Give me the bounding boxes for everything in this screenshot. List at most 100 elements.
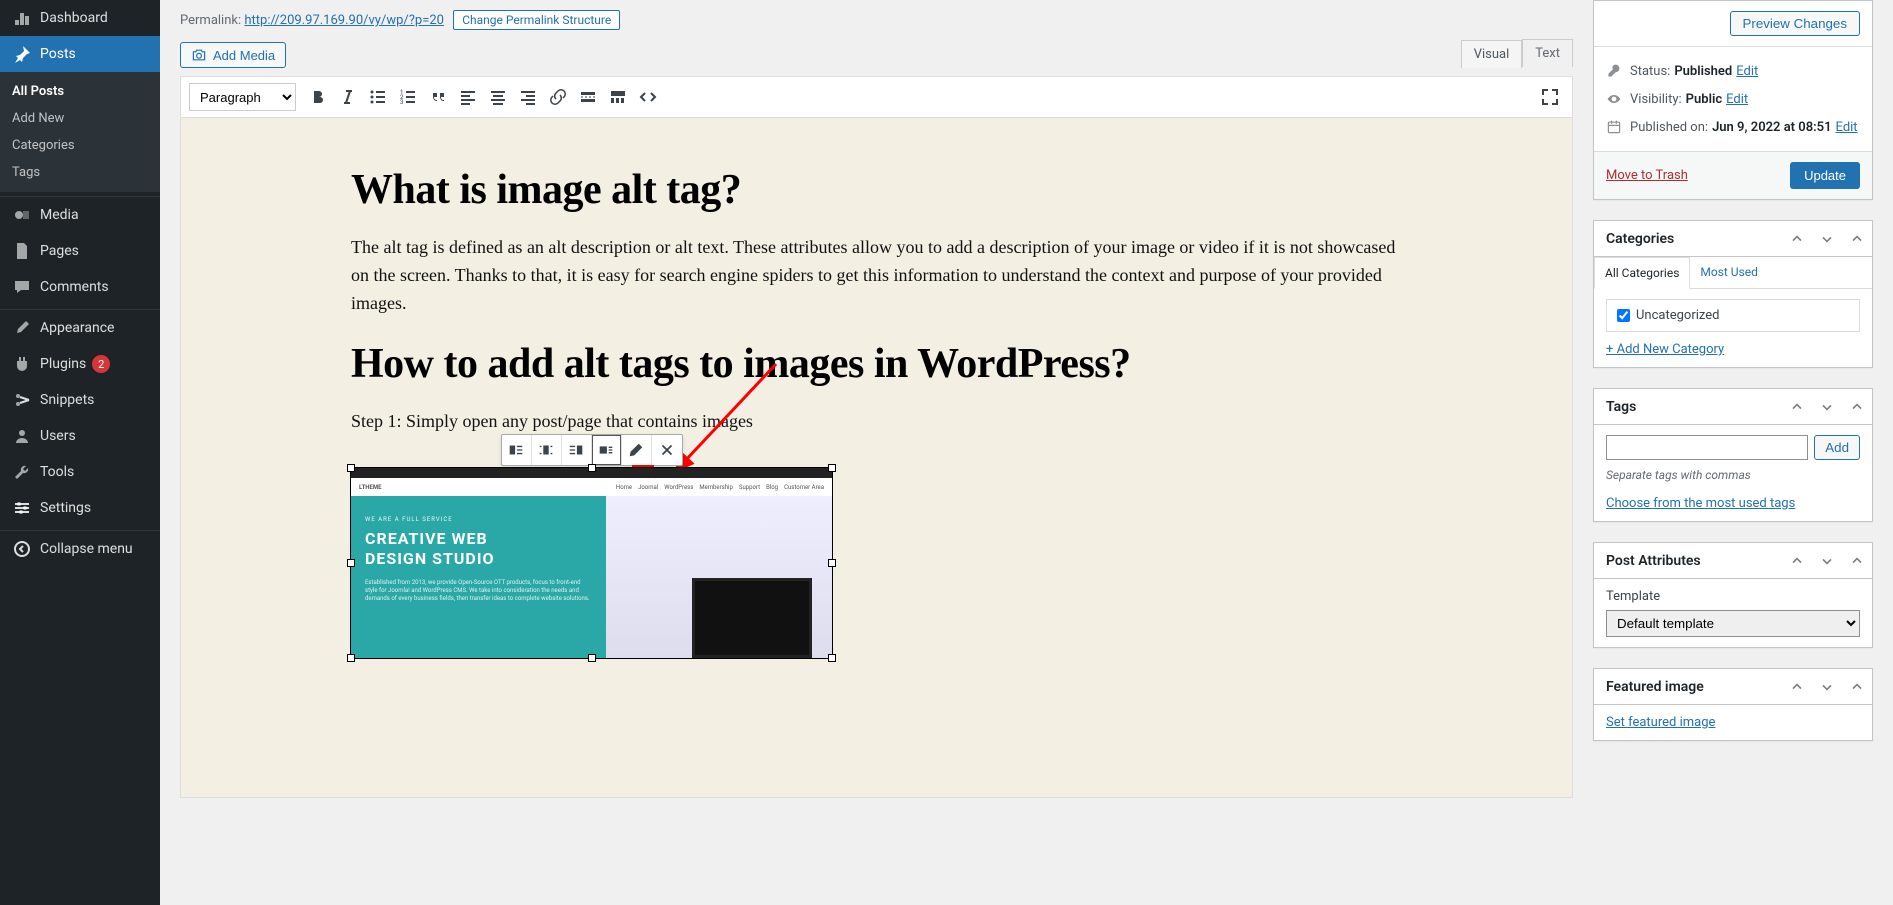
update-button[interactable]: Update [1790, 162, 1860, 189]
menu-label: Settings [40, 500, 91, 516]
sliders-icon [12, 498, 32, 518]
menu-tools[interactable]: Tools [0, 454, 160, 490]
menu-collapse[interactable]: Collapse menu [0, 531, 160, 567]
permalink-url[interactable]: http://209.97.169.90/vy/wp/?p=20 [244, 13, 444, 28]
submenu-all-posts[interactable]: All Posts [0, 78, 160, 105]
media-icon [12, 205, 32, 225]
content-image[interactable]: LTHEME HomeJoomalWordPressMembershipSupp… [351, 468, 832, 658]
img-remove-button[interactable] [652, 435, 682, 465]
categories-box: Categories All Categories Most Used Unca… [1593, 220, 1873, 368]
dashboard-icon [12, 8, 32, 28]
menu-snippets[interactable]: Snippets [0, 382, 160, 418]
calendar-icon [1606, 119, 1622, 135]
toolbar-toggle-button[interactable] [604, 83, 632, 111]
align-right-button[interactable] [514, 83, 542, 111]
box-toggle-button[interactable] [1842, 543, 1872, 579]
permalink-label: Permalink: [180, 13, 241, 28]
box-move-up-button[interactable] [1782, 389, 1812, 425]
user-icon [12, 426, 32, 446]
menu-label: Tools [40, 464, 74, 480]
img-brand: LTHEME [359, 484, 382, 491]
box-move-up-button[interactable] [1782, 543, 1812, 579]
cat-tab-most-used[interactable]: Most Used [1690, 257, 1768, 288]
menu-settings[interactable]: Settings [0, 490, 160, 526]
tab-text[interactable]: Text [1522, 39, 1573, 67]
content-heading-1[interactable]: What is image alt tag? [351, 166, 1402, 214]
menu-comments[interactable]: Comments [0, 269, 160, 305]
blockquote-button[interactable] [424, 83, 452, 111]
svg-text:3: 3 [400, 99, 403, 106]
published-edit-link[interactable]: Edit [1836, 120, 1858, 135]
menu-dashboard[interactable]: Dashboard [0, 0, 160, 36]
menu-label: Collapse menu [40, 541, 133, 557]
img-align-right-button[interactable] [562, 435, 592, 465]
template-select[interactable]: Default template [1606, 610, 1860, 637]
align-left-button[interactable] [454, 83, 482, 111]
submenu-add-new[interactable]: Add New [0, 105, 160, 132]
add-media-label: Add Media [213, 48, 275, 63]
visibility-edit-link[interactable]: Edit [1726, 92, 1748, 107]
preview-changes-button[interactable]: Preview Changes [1730, 11, 1860, 36]
add-media-button[interactable]: Add Media [180, 42, 286, 68]
menu-posts[interactable]: Posts [0, 36, 160, 72]
align-center-button[interactable] [484, 83, 512, 111]
box-toggle-button[interactable] [1842, 221, 1872, 257]
published-row: Published on: Jun 9, 2022 at 08:51 Edit [1606, 113, 1860, 141]
box-move-down-button[interactable] [1812, 543, 1842, 579]
box-move-down-button[interactable] [1812, 389, 1842, 425]
content-paragraph-2[interactable]: Step 1: Simply open any post/page that c… [351, 408, 1402, 436]
menu-appearance[interactable]: Appearance [0, 310, 160, 346]
format-select[interactable]: Paragraph [189, 83, 296, 111]
readmore-button[interactable] [574, 83, 602, 111]
set-featured-image-link[interactable]: Set featured image [1606, 715, 1715, 730]
move-to-trash-link[interactable]: Move to Trash [1606, 168, 1688, 183]
box-move-down-button[interactable] [1812, 669, 1842, 705]
add-category-link[interactable]: + Add New Category [1606, 342, 1724, 357]
plugins-badge: 2 [92, 355, 110, 373]
category-checkbox[interactable] [1617, 309, 1630, 322]
menu-label: Posts [40, 46, 76, 62]
cat-tab-all[interactable]: All Categories [1594, 257, 1690, 289]
menu-users[interactable]: Users [0, 418, 160, 454]
box-toggle-button[interactable] [1842, 669, 1872, 705]
menu-label: Users [40, 428, 76, 444]
editor-tabs: Visual Text [1461, 39, 1573, 67]
content-paragraph-1[interactable]: The alt tag is defined as an alt descrip… [351, 234, 1402, 318]
img-edit-button[interactable] [622, 435, 652, 465]
status-edit-link[interactable]: Edit [1736, 64, 1758, 79]
choose-tags-link[interactable]: Choose from the most used tags [1606, 496, 1795, 511]
box-toggle-button[interactable] [1842, 389, 1872, 425]
italic-button[interactable] [334, 83, 362, 111]
editor-canvas[interactable]: What is image alt tag? The alt tag is de… [180, 118, 1573, 798]
plug-icon [12, 354, 32, 374]
box-move-down-button[interactable] [1812, 221, 1842, 257]
numbered-list-button[interactable]: 123 [394, 83, 422, 111]
submenu-categories[interactable]: Categories [0, 132, 160, 159]
menu-label: Snippets [40, 392, 94, 408]
img-align-center-button[interactable] [532, 435, 562, 465]
fullscreen-button[interactable] [1536, 83, 1564, 111]
template-label: Template [1606, 589, 1660, 604]
editález-toolbar: Paragraph 123 [180, 76, 1573, 118]
content-heading-2[interactable]: How to add alt tags to images in WordPre… [351, 340, 1402, 388]
category-item[interactable]: Uncategorized [1617, 308, 1849, 323]
img-align-none-button[interactable] [592, 435, 622, 465]
bullet-list-button[interactable] [364, 83, 392, 111]
tags-add-button[interactable]: Add [1814, 435, 1860, 460]
box-move-up-button[interactable] [1782, 669, 1812, 705]
permalink-row: Permalink: http://209.97.169.90/vy/wp/?p… [180, 0, 1573, 42]
selected-image-wrap[interactable]: LTHEME HomeJoomalWordPressMembershipSupp… [351, 468, 832, 658]
menu-pages[interactable]: Pages [0, 233, 160, 269]
bold-button[interactable] [304, 83, 332, 111]
menu-plugins[interactable]: Plugins 2 [0, 346, 160, 382]
menu-media[interactable]: Media [0, 197, 160, 233]
change-permalink-button[interactable]: Change Permalink Structure [453, 10, 620, 30]
submenu-tags[interactable]: Tags [0, 159, 160, 186]
code-block-button[interactable] [634, 83, 662, 111]
category-list: Uncategorized [1606, 299, 1860, 332]
box-move-up-button[interactable] [1782, 221, 1812, 257]
tags-input[interactable] [1606, 435, 1808, 460]
link-button[interactable] [544, 83, 572, 111]
tab-visual[interactable]: Visual [1461, 40, 1523, 68]
img-align-left-button[interactable] [502, 435, 532, 465]
